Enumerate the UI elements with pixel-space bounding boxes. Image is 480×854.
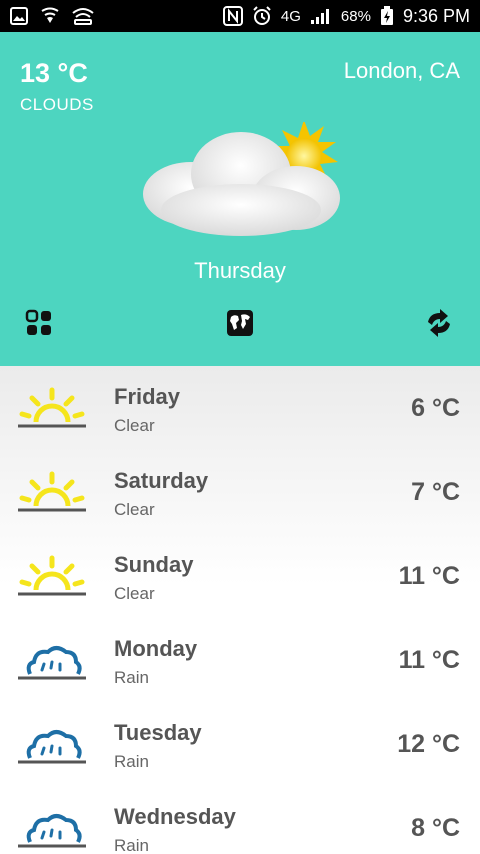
forecast-condition: Clear [114, 584, 155, 603]
battery-percent: 68% [340, 7, 371, 25]
clock: 9:36 PM [402, 5, 470, 26]
sunrise-icon [16, 386, 88, 430]
sunrise-icon [16, 470, 88, 514]
forecast-day: Monday [114, 636, 198, 661]
rain-cloud-icon [16, 722, 88, 766]
list-item[interactable]: Monday Rain 11 °C [0, 618, 480, 702]
forecast-temperature: 6 °C [411, 394, 460, 422]
forecast-condition: Rain [114, 752, 149, 771]
current-temperature: 13 °C [20, 58, 88, 88]
grid-icon [25, 309, 53, 342]
forecast-day: Friday [114, 384, 181, 409]
list-item[interactable]: Sunday Clear 11 °C [0, 534, 480, 618]
forecast-temperature: 8 °C [411, 814, 460, 842]
alarm-icon [252, 6, 272, 26]
current-day-label: Thursday [194, 258, 286, 283]
forecast-day: Sunday [114, 552, 194, 577]
refresh-button[interactable] [422, 308, 456, 342]
forecast-temperature: 7 °C [411, 478, 460, 506]
location-label[interactable]: London, CA [344, 58, 460, 84]
world-map-button[interactable] [223, 308, 257, 342]
wifi-shield-icon [40, 7, 60, 25]
forecast-condition: Rain [114, 836, 149, 854]
rain-cloud-icon [16, 806, 88, 850]
wifi-icon [72, 7, 94, 25]
gallery-notification-icon [10, 7, 28, 25]
forecast-temperature: 11 °C [398, 562, 460, 590]
nfc-icon [222, 6, 243, 26]
forecast-condition: Clear [114, 500, 155, 519]
forecast-temperature: 11 °C [398, 646, 460, 674]
forecast-day: Saturday [114, 468, 209, 493]
battery-charging-icon [380, 6, 394, 26]
grid-button[interactable] [22, 308, 56, 342]
network-type-label: 4G [280, 7, 301, 25]
list-item[interactable]: Friday Clear 6 °C [0, 366, 480, 450]
forecast-condition: Clear [114, 416, 155, 435]
signal-strength-icon [310, 7, 332, 25]
forecast-condition: Rain [114, 668, 149, 687]
cloud-sun-icon [136, 120, 346, 242]
world-map-icon [226, 309, 254, 342]
forecast-day: Tuesday [114, 720, 202, 745]
forecast-day: Wednesday [114, 804, 236, 829]
refresh-icon [424, 308, 454, 343]
current-condition: CLOUDS [20, 95, 94, 114]
forecast-list[interactable]: Friday Clear 6 °C Saturday Clear 7 °C Su… [0, 366, 480, 854]
list-item[interactable]: Wednesday Rain 8 °C [0, 786, 480, 854]
list-item[interactable]: Tuesday Rain 12 °C [0, 702, 480, 786]
list-item[interactable]: Saturday Clear 7 °C [0, 450, 480, 534]
rain-cloud-icon [16, 638, 88, 682]
sunrise-icon [16, 554, 88, 598]
status-bar: 4G 68% 9:36 PM [0, 0, 480, 32]
current-weather-panel: 13 °C CLOUDS London, CA Thursday [0, 32, 480, 366]
forecast-temperature: 12 °C [397, 730, 460, 758]
